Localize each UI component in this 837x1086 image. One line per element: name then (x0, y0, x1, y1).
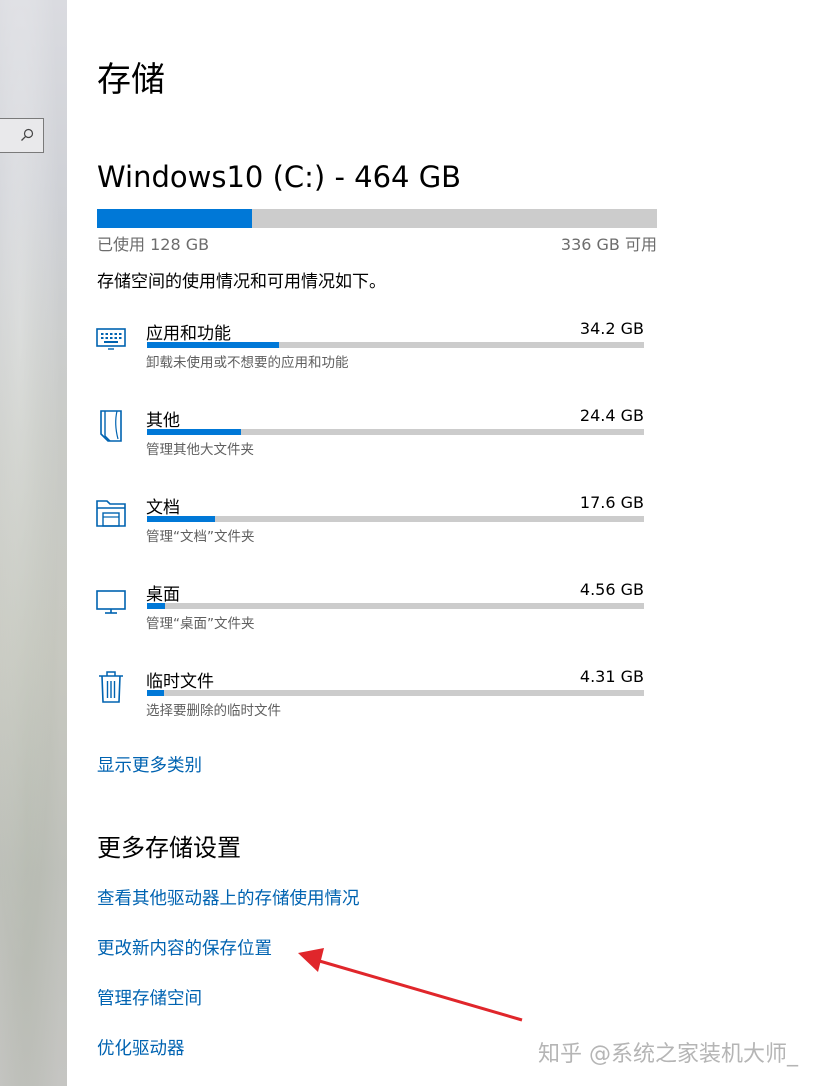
drive-title: Windows10 (C:) - 464 GB (97, 160, 462, 194)
watermark: 知乎 @系统之家装机大师_ (538, 1042, 798, 1067)
category-name: 文档 (146, 498, 180, 518)
category-size: 4.56 GB (579, 580, 644, 599)
category-usage-fill (147, 603, 165, 609)
manage-storage-spaces-link[interactable]: 管理存储空间 (97, 985, 202, 1010)
category-description: 卸载未使用或不想要的应用和功能 (146, 355, 349, 371)
category-apps-and-features[interactable]: 应用和功能 34.2 GB 卸载未使用或不想要的应用和功能 (96, 319, 656, 391)
category-name: 桌面 (146, 585, 180, 605)
usage-description: 存储空间的使用情况和可用情况如下。 (97, 272, 386, 292)
show-more-categories-link[interactable]: 显示更多类别 (97, 752, 202, 777)
category-size: 17.6 GB (579, 493, 644, 512)
drive-usage-fill (97, 209, 252, 228)
annotation-arrow-head (298, 948, 324, 972)
category-usage-fill (147, 516, 216, 522)
category-usage-bar (147, 516, 644, 522)
category-temporary-files[interactable]: 临时文件 4.31 GB 选择要删除的临时文件 (96, 667, 656, 739)
drive-usage-bar (97, 209, 657, 228)
search-icon (21, 128, 34, 141)
category-usage-fill (147, 429, 242, 435)
keyboard-icon (96, 328, 126, 350)
free-space-label: 336 GB 可用 (560, 235, 657, 254)
category-usage-fill (147, 342, 280, 348)
category-name: 其他 (146, 411, 180, 431)
annotation-arrow-shaft (315, 958, 523, 1022)
used-space-label: 已使用 128 GB (97, 235, 210, 254)
category-description: 选择要删除的临时文件 (146, 703, 281, 719)
category-other[interactable]: 其他 24.4 GB 管理其他大文件夹 (96, 406, 656, 478)
category-size: 34.2 GB (579, 319, 644, 338)
category-usage-fill (147, 690, 164, 696)
category-description: 管理其他大文件夹 (146, 442, 254, 458)
folder-icon (96, 500, 126, 527)
category-usage-bar (147, 429, 644, 435)
category-description: 管理“文档”文件夹 (146, 529, 255, 545)
category-name: 应用和功能 (146, 324, 231, 344)
category-size: 24.4 GB (579, 406, 644, 425)
change-save-location-link[interactable]: 更改新内容的保存位置 (97, 935, 272, 960)
category-usage-bar (147, 603, 644, 609)
background-strip (0, 0, 67, 1086)
category-name: 临时文件 (146, 672, 214, 692)
category-usage-bar (147, 690, 644, 696)
category-usage-bar (147, 342, 644, 348)
category-documents[interactable]: 文档 17.6 GB 管理“文档”文件夹 (96, 493, 656, 565)
category-description: 管理“桌面”文件夹 (146, 616, 255, 632)
monitor-icon (96, 590, 126, 614)
category-size: 4.31 GB (579, 667, 644, 686)
optimize-drives-link[interactable]: 优化驱动器 (97, 1035, 185, 1060)
search-box[interactable] (0, 118, 44, 153)
view-other-drives-link[interactable]: 查看其他驱动器上的存储使用情况 (97, 885, 360, 910)
category-desktop[interactable]: 桌面 4.56 GB 管理“桌面”文件夹 (96, 580, 656, 652)
page-title: 存储 (97, 60, 165, 100)
trash-icon (99, 671, 123, 703)
more-storage-settings-title: 更多存储设置 (97, 834, 241, 862)
document-icon (100, 410, 122, 442)
